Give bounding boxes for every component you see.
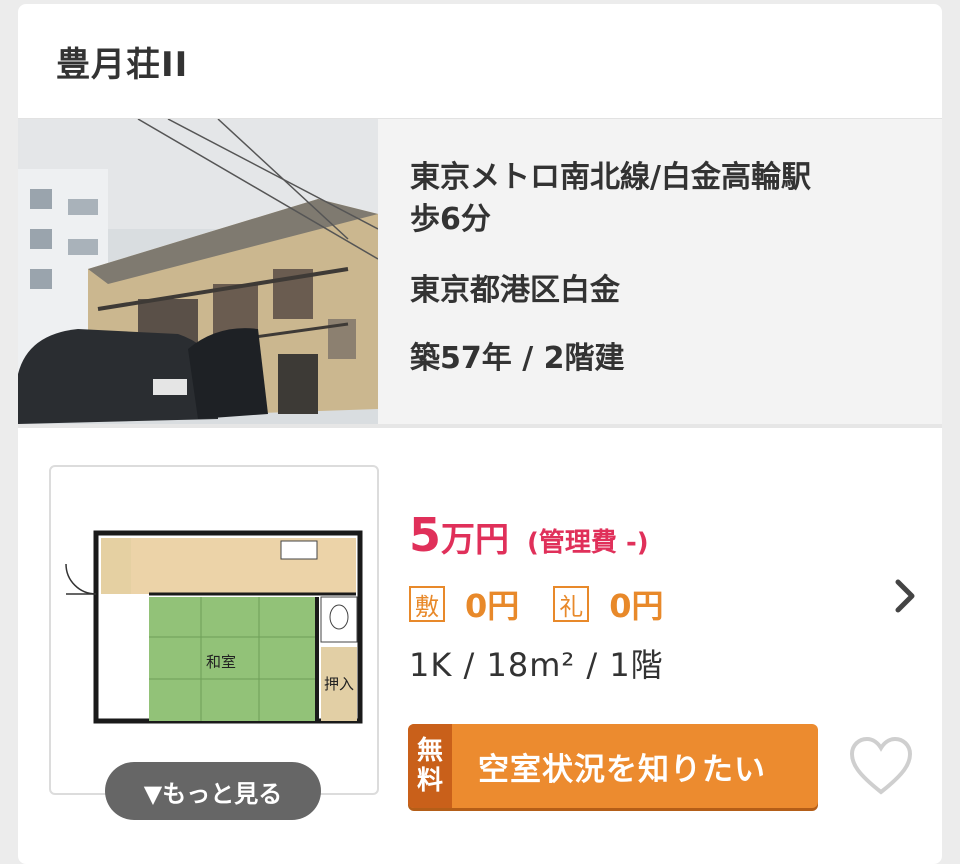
deposit-badge: 敷 bbox=[409, 586, 445, 622]
free-badge: 無 料 bbox=[408, 724, 452, 808]
room-specs: 1K / 18m² / 1階 bbox=[409, 646, 664, 684]
building-section[interactable]: 東京メトロ南北線/白金高輪駅 歩6分 東京都港区白金 築57年 / 2階建 bbox=[18, 119, 942, 428]
room-listing[interactable]: 和室 押入 ▼もっと見る 5 万円 (管理費 -) 敷 0円 礼 0円 1K /… bbox=[18, 428, 942, 858]
access-info: 東京メトロ南北線/白金高輪駅 歩6分 bbox=[410, 157, 912, 241]
rent-number: 5 bbox=[409, 508, 442, 562]
floorplan-image[interactable]: 和室 押入 bbox=[49, 465, 379, 795]
more-button[interactable]: ▼もっと見る bbox=[105, 762, 321, 820]
address: 東京都港区白金 bbox=[410, 273, 620, 308]
cta-label: 空室状況を知りたい bbox=[478, 751, 766, 788]
building-age-floors: 築57年 / 2階建 bbox=[410, 341, 625, 376]
check-availability-button[interactable]: 無 料 空室状況を知りたい bbox=[408, 724, 818, 808]
floorplan-label-oshiire: 押入 bbox=[324, 675, 354, 693]
chevron-right-icon[interactable] bbox=[890, 576, 920, 620]
building-info: 東京メトロ南北線/白金高輪駅 歩6分 東京都港区白金 築57年 / 2階建 bbox=[378, 119, 942, 424]
rent-unit: 万円 bbox=[441, 520, 510, 560]
floorplan-label-washitsu: 和室 bbox=[206, 653, 236, 671]
rent-price: 5 万円 (管理費 -) bbox=[409, 508, 649, 562]
deposit-value: 0円 bbox=[465, 587, 520, 625]
key-money-value: 0円 bbox=[609, 587, 664, 625]
walk-time: 歩6分 bbox=[410, 202, 491, 237]
property-name: 豊月荘II bbox=[56, 44, 189, 85]
heart-icon[interactable] bbox=[848, 736, 914, 800]
property-card: 豊月荘II 東京メトロ南北線/白金高輪駅 歩6分 東京都港区白金 築57年 / … bbox=[18, 4, 942, 864]
management-fee: (管理費 -) bbox=[527, 528, 649, 558]
deposit-keymoney: 敷 0円 礼 0円 bbox=[409, 581, 698, 627]
property-header: 豊月荘II bbox=[18, 4, 942, 119]
key-money-badge: 礼 bbox=[553, 586, 590, 622]
building-photo[interactable] bbox=[18, 119, 378, 424]
station-access: 東京メトロ南北線/白金高輪駅 bbox=[410, 160, 811, 195]
